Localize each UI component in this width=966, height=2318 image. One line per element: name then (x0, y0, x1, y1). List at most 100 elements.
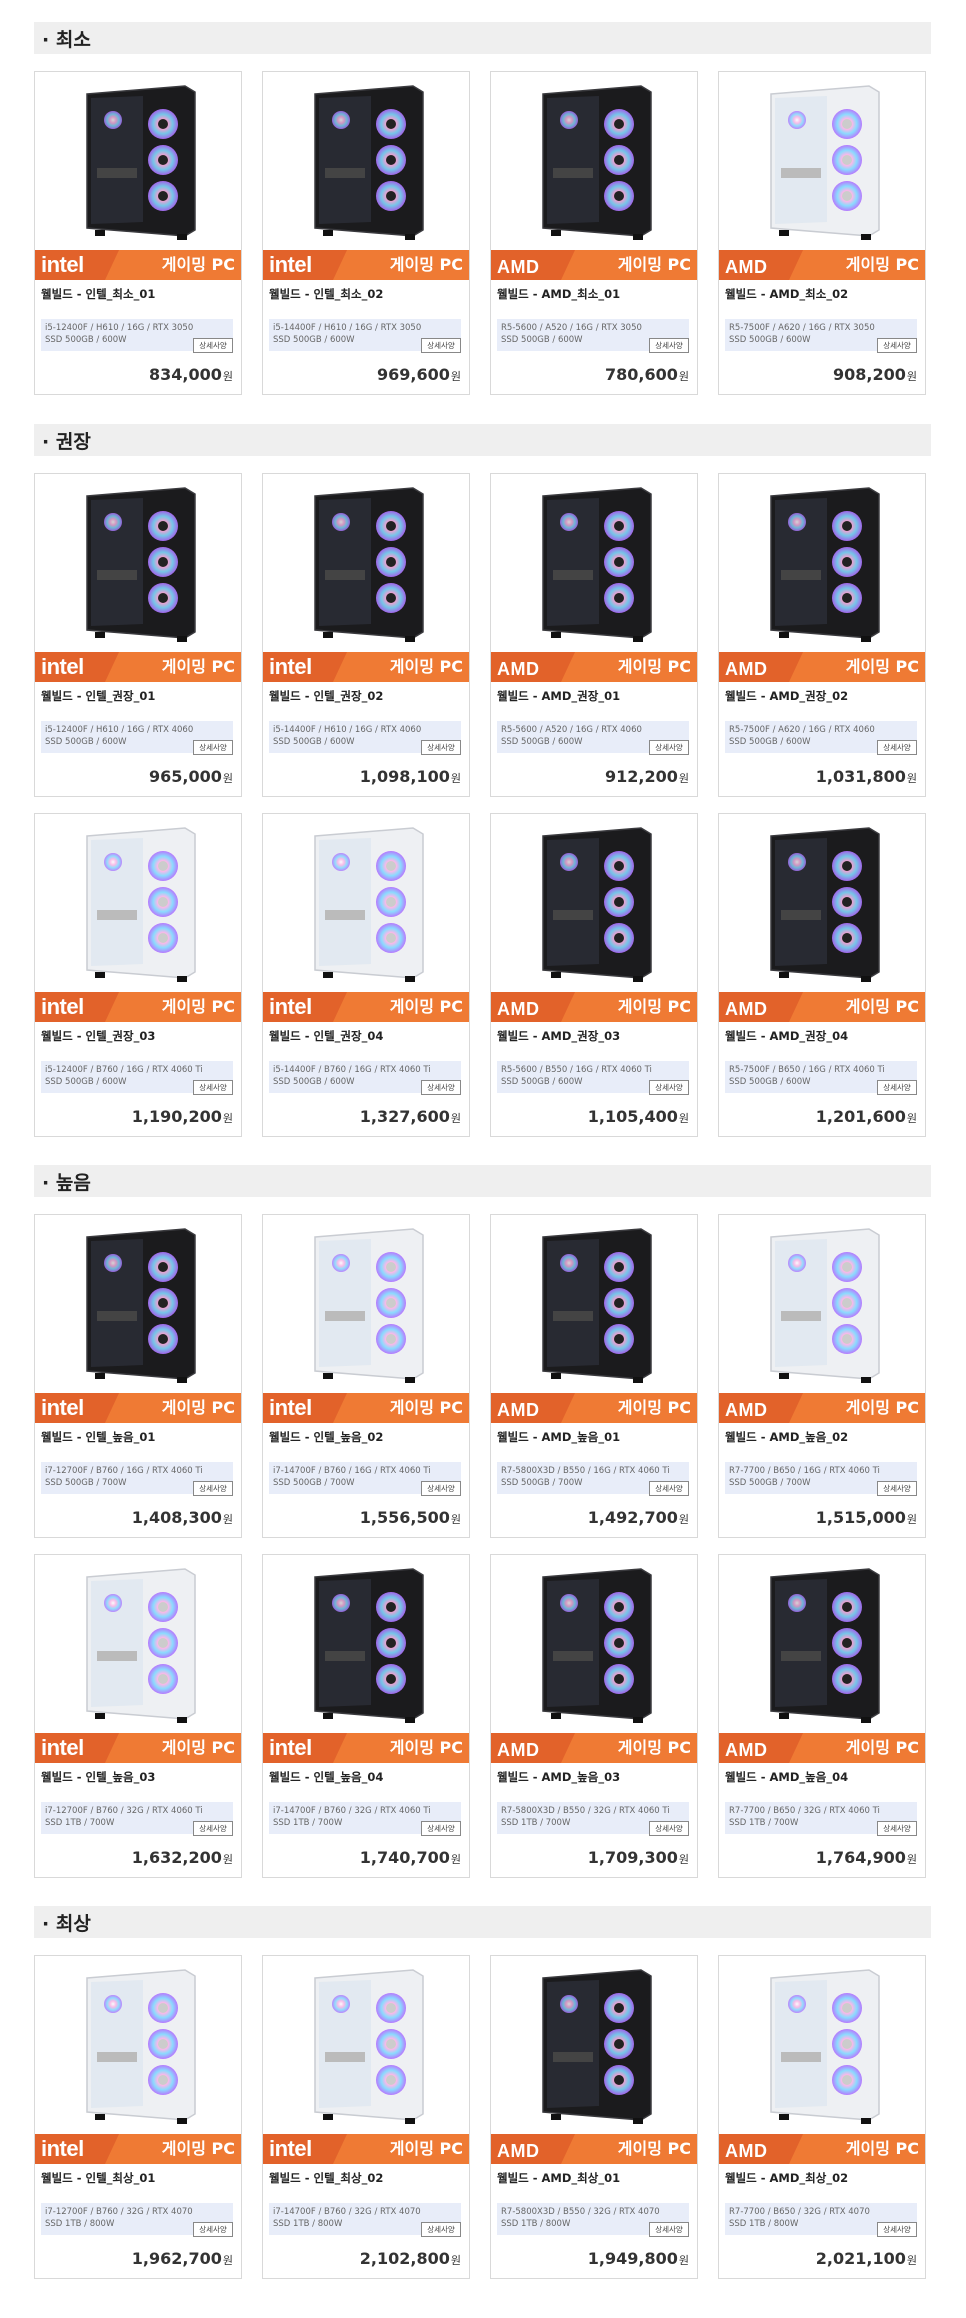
product-name[interactable]: 웰빌드 - AMD_권장_04 (725, 1028, 848, 1044)
product-name[interactable]: 웰빌드 - 인텔_권장_01 (41, 688, 155, 704)
detail-spec-button[interactable]: 상세사양 (649, 1080, 689, 1095)
product-name[interactable]: 웰빌드 - AMD_높음_04 (725, 1769, 848, 1785)
product-image[interactable] (35, 1215, 241, 1393)
product-name[interactable]: 웰빌드 - AMD_최상_02 (725, 2170, 848, 2186)
gaming-pc-tag: 게이밍 PC (845, 1398, 919, 1417)
product-image[interactable] (491, 1215, 697, 1393)
spec-line-cpu: i7-12700F / B760 / 16G / RTX 4060 Ti (45, 1466, 203, 1476)
product-name[interactable]: 웰빌드 - 인텔_높음_02 (269, 1429, 383, 1445)
product-image[interactable] (35, 1555, 241, 1733)
detail-spec-button[interactable]: 상세사양 (877, 740, 917, 755)
product-image[interactable] (263, 72, 469, 250)
product-name[interactable]: 웰빌드 - AMD_권장_01 (497, 688, 620, 704)
detail-spec-button[interactable]: 상세사양 (877, 1080, 917, 1095)
product-name[interactable]: 웰빌드 - 인텔_높음_03 (41, 1769, 155, 1785)
product-card[interactable]: AMD 게이밍 PC 웰빌드 - AMD_높음_02 R7-7700 / B650 /… (718, 1214, 926, 1538)
product-card[interactable]: intel 게이밍 PC 웰빌드 - 인텔_권장_03 i5-12400F / B76… (34, 813, 242, 1137)
product-name[interactable]: 웰빌드 - 인텔_높음_01 (41, 1429, 155, 1445)
product-name[interactable]: 웰빌드 - 인텔_높음_04 (269, 1769, 383, 1785)
product-name[interactable]: 웰빌드 - 인텔_최소_01 (41, 286, 155, 302)
product-image[interactable] (35, 474, 241, 652)
product-image[interactable] (719, 474, 925, 652)
product-name[interactable]: 웰빌드 - 인텔_권장_03 (41, 1028, 155, 1044)
detail-spec-button[interactable]: 상세사양 (877, 338, 917, 353)
product-card[interactable]: intel 게이밍 PC 웰빌드 - 인텔_권장_02 i5-14400F / H61… (262, 473, 470, 797)
detail-spec-button[interactable]: 상세사양 (193, 338, 233, 353)
detail-spec-button[interactable]: 상세사양 (421, 740, 461, 755)
spec-line-cpu: i5-12400F / H610 / 16G / RTX 4060 (45, 725, 194, 735)
product-card[interactable]: intel 게이밍 PC 웰빌드 - 인텔_최상_02 i7-14700F / B76… (262, 1955, 470, 2279)
product-card[interactable]: AMD 게이밍 PC 웰빌드 - AMD_최상_02 R7-7700 / B650 /… (718, 1955, 926, 2279)
product-card[interactable]: AMD 게이밍 PC 웰빌드 - AMD_권장_03 R5-5600 / B550 /… (490, 813, 698, 1137)
detail-spec-button[interactable]: 상세사양 (649, 1481, 689, 1496)
product-card[interactable]: AMD 게이밍 PC 웰빌드 - AMD_높음_03 R7-5800X3D / B55… (490, 1554, 698, 1878)
detail-spec-button[interactable]: 상세사양 (649, 740, 689, 755)
product-image[interactable] (35, 814, 241, 992)
product-image[interactable] (263, 1956, 469, 2134)
detail-spec-button[interactable]: 상세사양 (421, 1481, 461, 1496)
product-card[interactable]: intel 게이밍 PC 웰빌드 - 인텔_높음_03 i7-12700F / B76… (34, 1554, 242, 1878)
detail-spec-button[interactable]: 상세사양 (193, 740, 233, 755)
product-image[interactable] (491, 72, 697, 250)
detail-spec-button[interactable]: 상세사양 (193, 1481, 233, 1496)
product-card[interactable]: AMD 게이밍 PC 웰빌드 - AMD_높음_04 R7-7700 / B650 /… (718, 1554, 926, 1878)
product-card[interactable]: intel 게이밍 PC 웰빌드 - 인텔_최상_01 i7-12700F / B76… (34, 1955, 242, 2279)
product-card[interactable]: AMD 게이밍 PC 웰빌드 - AMD_최소_01 R5-5600 / A520 /… (490, 71, 698, 395)
detail-spec-button[interactable]: 상세사양 (421, 2222, 461, 2237)
product-card[interactable]: intel 게이밍 PC 웰빌드 - 인텔_권장_04 i5-14400F / B76… (262, 813, 470, 1137)
detail-spec-button[interactable]: 상세사양 (193, 2222, 233, 2237)
product-card[interactable]: AMD 게이밍 PC 웰빌드 - AMD_권장_04 R5-7500F / B650 … (718, 813, 926, 1137)
product-image[interactable] (491, 1956, 697, 2134)
detail-spec-button[interactable]: 상세사양 (877, 1821, 917, 1836)
product-name[interactable]: 웰빌드 - 인텔_최상_01 (41, 2170, 155, 2186)
detail-spec-button[interactable]: 상세사양 (877, 2222, 917, 2237)
product-name[interactable]: 웰빌드 - AMD_최소_02 (725, 286, 848, 302)
product-name[interactable]: 웰빌드 - AMD_최상_01 (497, 2170, 620, 2186)
product-image[interactable] (719, 814, 925, 992)
product-image[interactable] (719, 1215, 925, 1393)
detail-spec-button[interactable]: 상세사양 (649, 1821, 689, 1836)
detail-spec-button[interactable]: 상세사양 (649, 338, 689, 353)
product-card[interactable]: AMD 게이밍 PC 웰빌드 - AMD_권장_02 R5-7500F / A620 … (718, 473, 926, 797)
product-card[interactable]: intel 게이밍 PC 웰빌드 - 인텔_높음_01 i7-12700F / B76… (34, 1214, 242, 1538)
detail-spec-button[interactable]: 상세사양 (421, 1080, 461, 1095)
detail-spec-button[interactable]: 상세사양 (421, 338, 461, 353)
product-card[interactable]: intel 게이밍 PC 웰빌드 - 인텔_최소_01 i5-12400F / H61… (34, 71, 242, 395)
product-card[interactable]: AMD 게이밍 PC 웰빌드 - AMD_최소_02 R5-7500F / A620 … (718, 71, 926, 395)
product-image[interactable] (35, 1956, 241, 2134)
product-name[interactable]: 웰빌드 - 인텔_최소_02 (269, 286, 383, 302)
product-card[interactable]: intel 게이밍 PC 웰빌드 - 인텔_높음_02 i7-14700F / B76… (262, 1214, 470, 1538)
product-image[interactable] (719, 72, 925, 250)
product-image[interactable] (491, 1555, 697, 1733)
product-image[interactable] (35, 72, 241, 250)
product-card[interactable]: AMD 게이밍 PC 웰빌드 - AMD_높음_01 R7-5800X3D / B55… (490, 1214, 698, 1538)
product-image[interactable] (263, 1215, 469, 1393)
product-image[interactable] (263, 1555, 469, 1733)
product-card[interactable]: intel 게이밍 PC 웰빌드 - 인텔_최소_02 i5-14400F / H61… (262, 71, 470, 395)
product-name[interactable]: 웰빌드 - AMD_높음_03 (497, 1769, 620, 1785)
product-card[interactable]: AMD 게이밍 PC 웰빌드 - AMD_권장_01 R5-5600 / A520 /… (490, 473, 698, 797)
product-name[interactable]: 웰빌드 - 인텔_최상_02 (269, 2170, 383, 2186)
product-name[interactable]: 웰빌드 - 인텔_권장_02 (269, 688, 383, 704)
detail-spec-button[interactable]: 상세사양 (421, 1821, 461, 1836)
detail-spec-button[interactable]: 상세사양 (193, 1080, 233, 1095)
product-image[interactable] (263, 474, 469, 652)
product-name[interactable]: 웰빌드 - AMD_최소_01 (497, 286, 620, 302)
product-image[interactable] (491, 474, 697, 652)
detail-spec-button[interactable]: 상세사양 (649, 2222, 689, 2237)
product-image[interactable] (719, 1956, 925, 2134)
detail-spec-button[interactable]: 상세사양 (877, 1481, 917, 1496)
product-name[interactable]: 웰빌드 - 인텔_권장_04 (269, 1028, 383, 1044)
price-unit: 원 (222, 1853, 233, 1866)
product-card[interactable]: AMD 게이밍 PC 웰빌드 - AMD_최상_01 R7-5800X3D / B55… (490, 1955, 698, 2279)
product-name[interactable]: 웰빌드 - AMD_높음_01 (497, 1429, 620, 1445)
product-name[interactable]: 웰빌드 - AMD_권장_02 (725, 688, 848, 704)
product-card[interactable]: intel 게이밍 PC 웰빌드 - 인텔_권장_01 i5-12400F / H61… (34, 473, 242, 797)
product-name[interactable]: 웰빌드 - AMD_높음_02 (725, 1429, 848, 1445)
product-card[interactable]: intel 게이밍 PC 웰빌드 - 인텔_높음_04 i7-14700F / B76… (262, 1554, 470, 1878)
product-image[interactable] (719, 1555, 925, 1733)
detail-spec-button[interactable]: 상세사양 (193, 1821, 233, 1836)
product-image[interactable] (491, 814, 697, 992)
product-name[interactable]: 웰빌드 - AMD_권장_03 (497, 1028, 620, 1044)
product-image[interactable] (263, 814, 469, 992)
